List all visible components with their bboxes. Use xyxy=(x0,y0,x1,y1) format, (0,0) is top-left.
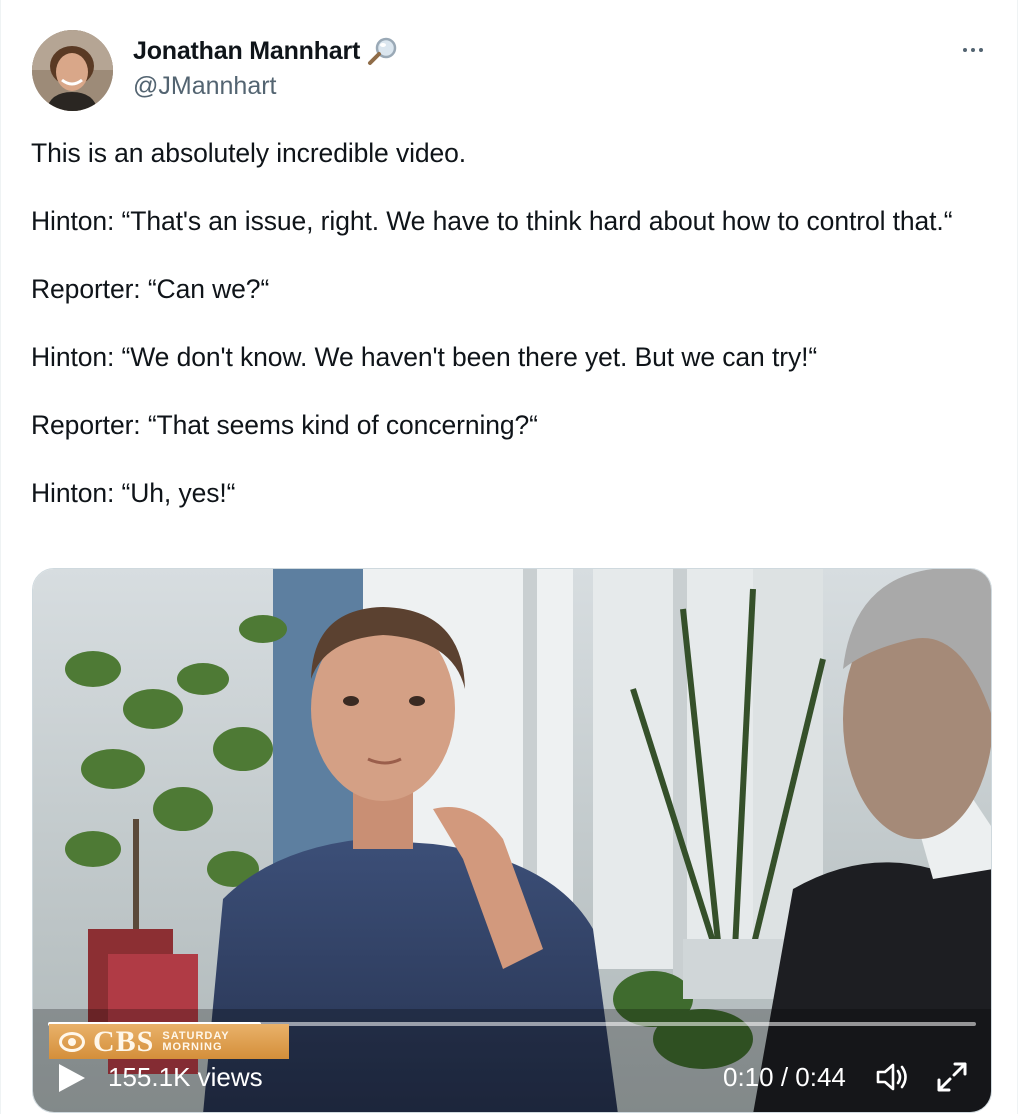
profile-photo-icon xyxy=(32,30,113,111)
tweet-card: Jonathan Mannhart @JMannhart This is an … xyxy=(0,0,1018,1114)
fullscreen-icon xyxy=(937,1062,967,1092)
author-display-name[interactable]: Jonathan Mannhart xyxy=(133,37,360,66)
more-dot-icon xyxy=(979,48,983,52)
magnifying-glass-icon xyxy=(368,37,397,65)
play-icon xyxy=(59,1064,85,1092)
tweet-paragraph: Hinton: “We don't know. We haven't been … xyxy=(31,342,818,372)
video-timestamp: 0:10 / 0:44 xyxy=(723,1062,846,1092)
video-controls: 155.1K views 0:10 / 0:44 xyxy=(33,1042,991,1112)
view-count: 155.1K views xyxy=(108,1062,263,1092)
tweet-text: This is an absolutely incredible video. … xyxy=(31,136,991,544)
more-dot-icon xyxy=(963,48,967,52)
more-options-button[interactable] xyxy=(957,38,989,62)
tweet-paragraph: Reporter: “That seems kind of concerning… xyxy=(31,410,538,440)
video-player[interactable]: CBS SATURDAY MORNING 155.1K views 0:10 /… xyxy=(32,568,992,1113)
volume-icon xyxy=(876,1063,907,1091)
avatar[interactable] xyxy=(32,30,113,111)
play-button[interactable] xyxy=(57,1062,87,1094)
tweet-paragraph: This is an absolutely incredible video. xyxy=(31,138,467,168)
fullscreen-button[interactable] xyxy=(935,1060,969,1094)
logo-sub-line: SATURDAY xyxy=(162,1029,230,1042)
more-dot-icon xyxy=(971,48,975,52)
tweet-paragraph: Reporter: “Can we?“ xyxy=(31,274,270,304)
author-handle[interactable]: @JMannhart xyxy=(133,72,277,101)
volume-button[interactable] xyxy=(875,1060,911,1094)
author-name-row: Jonathan Mannhart xyxy=(133,36,400,66)
tweet-paragraph: Hinton: “That's an issue, right. We have… xyxy=(31,206,953,236)
tweet-paragraph: Hinton: “Uh, yes!“ xyxy=(31,478,236,508)
